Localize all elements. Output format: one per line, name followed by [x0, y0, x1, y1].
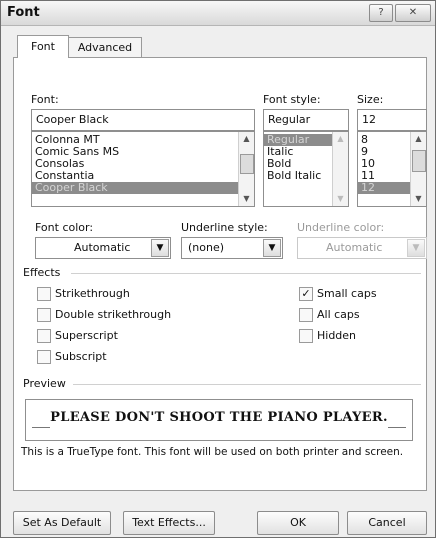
all-caps-label: All caps — [317, 308, 360, 321]
font-list-scrollbar[interactable]: ▲ ▼ — [238, 132, 254, 206]
font-style-label: Font style: — [263, 93, 321, 106]
double-strikethrough-label: Double strikethrough — [55, 308, 172, 321]
font-list-item[interactable]: Cooper Black — [32, 182, 254, 194]
font-style-list[interactable]: Regular Italic Bold Bold Italic ▲ ▼ — [263, 131, 349, 207]
help-button[interactable]: ? — [369, 4, 393, 22]
font-name-value: Cooper Black — [36, 113, 109, 126]
chevron-down-icon[interactable]: ▼ — [151, 239, 169, 257]
underline-style-value: (none) — [188, 241, 225, 254]
font-style-input[interactable]: Regular — [263, 109, 349, 131]
preview-text: PLEASE DON'T SHOOT THE PIANO PLAYER. — [50, 410, 388, 425]
effects-label: Effects — [23, 266, 61, 279]
size-input[interactable]: 12 — [357, 109, 427, 131]
scroll-up-icon[interactable]: ▲ — [239, 132, 254, 146]
scroll-up-icon[interactable]: ▲ — [333, 132, 348, 146]
preview-rule-left — [32, 427, 50, 428]
font-color-dropdown[interactable]: Automatic ▼ — [35, 237, 171, 259]
dialog-title: Font — [7, 5, 40, 20]
font-list[interactable]: Colonna MT Comic Sans MS Consolas Constanti… — [31, 131, 255, 207]
set-as-default-button[interactable]: Set As Default — [13, 511, 111, 535]
underline-style-dropdown[interactable]: (none) ▼ — [181, 237, 283, 259]
style-list-scrollbar[interactable]: ▲ ▼ — [332, 132, 348, 206]
small-caps-checkbox[interactable]: ✓ — [299, 287, 313, 301]
scroll-thumb[interactable] — [412, 150, 426, 172]
title-bar: Font ? ✕ — [1, 1, 435, 26]
all-caps-checkbox[interactable] — [299, 308, 313, 322]
effects-divider — [71, 273, 421, 274]
preview-label: Preview — [23, 377, 66, 390]
tab-advanced[interactable]: Advanced — [68, 37, 142, 58]
small-caps-label: Small caps — [317, 287, 377, 300]
superscript-checkbox[interactable] — [37, 329, 51, 343]
cancel-button[interactable]: Cancel — [347, 511, 427, 535]
scroll-down-icon[interactable]: ▼ — [239, 192, 254, 206]
double-strikethrough-checkbox[interactable] — [37, 308, 51, 322]
scroll-down-icon[interactable]: ▼ — [411, 192, 426, 206]
preview-note: This is a TrueType font. This font will … — [21, 446, 404, 458]
underline-color-value: Automatic — [326, 241, 383, 254]
hidden-label: Hidden — [317, 329, 357, 342]
text-effects-button[interactable]: Text Effects... — [123, 511, 215, 535]
size-list[interactable]: 8 9 10 11 12 ▲ ▼ — [357, 131, 427, 207]
font-style-value: Regular — [268, 113, 311, 126]
strikethrough-label: Strikethrough — [55, 287, 130, 300]
size-list-scrollbar[interactable]: ▲ ▼ — [410, 132, 426, 206]
scroll-thumb[interactable] — [240, 154, 254, 174]
hidden-checkbox[interactable] — [299, 329, 313, 343]
font-name-input[interactable]: Cooper Black — [31, 109, 255, 131]
font-label: Font: — [31, 93, 59, 106]
font-color-label: Font color: — [35, 221, 94, 234]
close-button[interactable]: ✕ — [395, 4, 431, 22]
preview-divider — [73, 384, 421, 385]
tab-font[interactable]: Font — [17, 35, 69, 58]
preview-rule-right — [388, 427, 406, 428]
strikethrough-checkbox[interactable] — [37, 287, 51, 301]
scroll-up-icon[interactable]: ▲ — [411, 132, 426, 146]
underline-style-label: Underline style: — [181, 221, 268, 234]
superscript-label: Superscript — [55, 329, 118, 342]
chevron-down-icon: ▼ — [407, 239, 425, 257]
subscript-checkbox[interactable] — [37, 350, 51, 364]
chevron-down-icon[interactable]: ▼ — [263, 239, 281, 257]
scroll-down-icon[interactable]: ▼ — [333, 192, 348, 206]
underline-color-dropdown: Automatic ▼ — [297, 237, 427, 259]
size-label: Size: — [357, 93, 384, 106]
font-dialog: Font ? ✕ Font Advanced Font: Cooper Blac… — [0, 0, 436, 538]
underline-color-label: Underline color: — [297, 221, 385, 234]
size-value: 12 — [362, 113, 376, 126]
ok-button[interactable]: OK — [257, 511, 339, 535]
font-color-value: Automatic — [74, 241, 131, 254]
preview-box: PLEASE DON'T SHOOT THE PIANO PLAYER. — [25, 399, 413, 441]
subscript-label: Subscript — [55, 350, 107, 363]
